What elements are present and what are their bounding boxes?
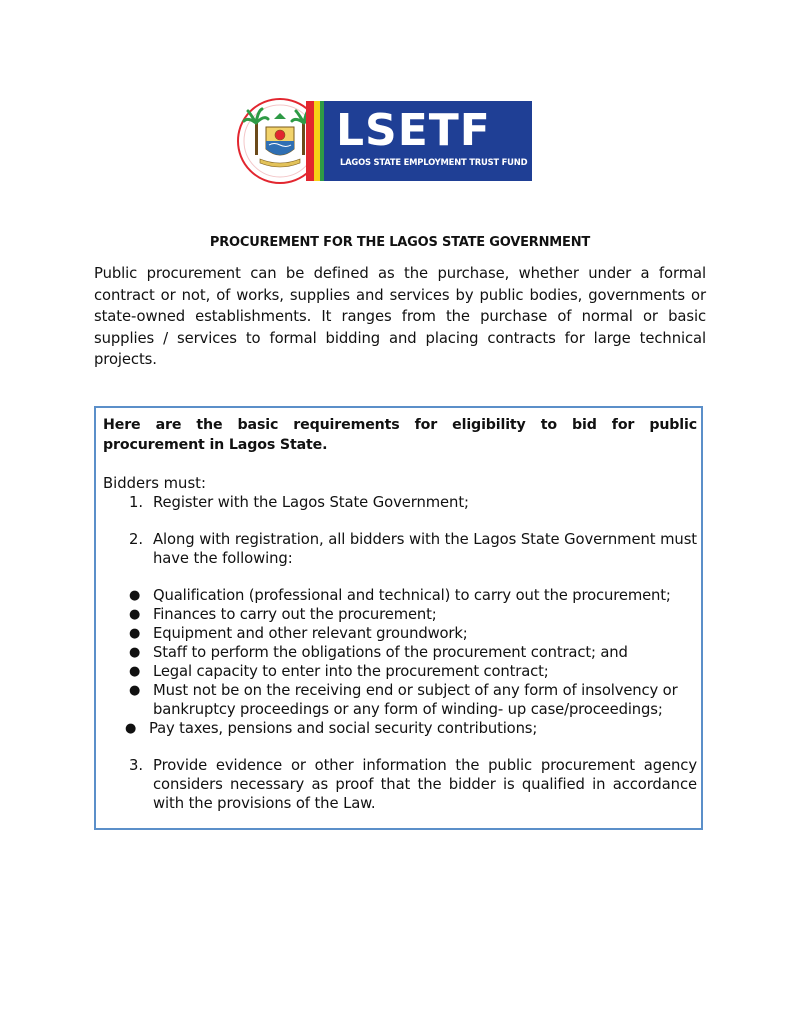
bullet-icon: ● <box>129 664 141 679</box>
bidders-lead: Bidders must: <box>103 475 206 492</box>
bullet-item: ● Legal capacity to enter into the procu… <box>103 662 697 681</box>
requirements-heading: Here are the basic requirements for elig… <box>103 417 697 453</box>
bullet-text: Qualification (professional and technica… <box>153 587 671 604</box>
requirement-item: 3. Provide evidence or other information… <box>103 756 697 813</box>
bullet-icon: ● <box>125 721 137 736</box>
bullet-icon: ● <box>129 683 141 698</box>
bullet-text: Staff to perform the obligations of the … <box>153 644 628 661</box>
bullet-text: Equipment and other relevant groundwork; <box>153 625 468 642</box>
requirements-box: Here are the basic requirements for elig… <box>94 406 703 830</box>
bullet-item: ● Equipment and other relevant groundwor… <box>103 624 697 643</box>
logo-wordmark: LSETF <box>336 105 491 156</box>
requirement-item: 1. Register with the Lagos State Governm… <box>103 493 697 512</box>
bullet-text: Finances to carry out the procurement; <box>153 606 437 623</box>
bullet-item: ● Qualification (professional and techni… <box>103 586 697 605</box>
item-text: Provide evidence or other information th… <box>153 757 697 812</box>
requirement-item: 2. Along with registration, all bidders … <box>103 530 697 568</box>
bullet-text: Legal capacity to enter into the procure… <box>153 663 549 680</box>
lsetf-logo: LSETF LAGOS STATE EMPLOYMENT TRUST FUND <box>236 97 534 185</box>
bullet-icon: ● <box>129 645 141 660</box>
bullet-item: ● Staff to perform the obligations of th… <box>103 643 697 662</box>
page-title: PROCUREMENT FOR THE LAGOS STATE GOVERNME… <box>209 235 591 250</box>
item-text: Register with the Lagos State Government… <box>153 494 469 511</box>
logo-tagline: LAGOS STATE EMPLOYMENT TRUST FUND <box>340 157 528 167</box>
bullet-icon: ● <box>129 607 141 622</box>
bullet-icon: ● <box>129 626 141 641</box>
item-number: 2. <box>129 531 143 548</box>
bullet-item: ● Pay taxes, pensions and social securit… <box>103 719 697 738</box>
bullet-icon: ● <box>129 588 141 603</box>
bullet-text: Must not be on the receiving end or subj… <box>153 682 678 718</box>
item-number: 1. <box>129 494 143 511</box>
logo-banner: LSETF LAGOS STATE EMPLOYMENT TRUST FUND <box>324 101 532 181</box>
bullet-text: Pay taxes, pensions and social security … <box>149 720 538 737</box>
bullet-item: ● Finances to carry out the procurement; <box>103 605 697 624</box>
item-text: Along with registration, all bidders wit… <box>153 531 697 567</box>
intro-paragraph: Public procurement can be defined as the… <box>94 265 706 368</box>
bullet-item: ● Must not be on the receiving end or su… <box>103 681 697 719</box>
item-number: 3. <box>129 757 143 774</box>
